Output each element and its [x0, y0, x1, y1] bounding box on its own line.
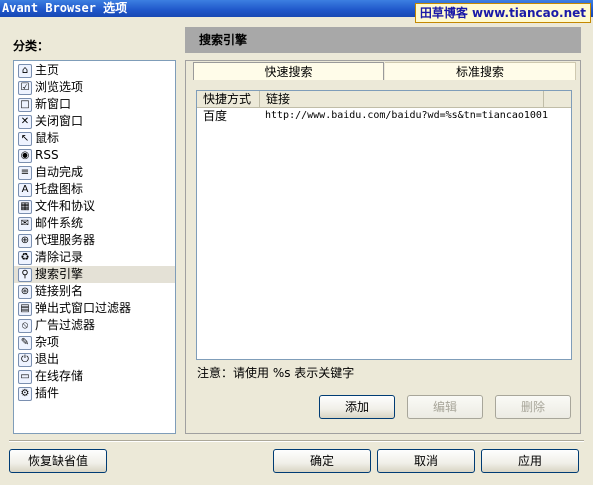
ok-button[interactable]: 确定 [273, 449, 371, 473]
page-title: 搜索引擎 [185, 27, 581, 53]
sidebar-item-label: 代理服务器 [35, 233, 96, 247]
column-header-shortcut[interactable]: 快捷方式 [197, 91, 260, 107]
sidebar-item-label: 搜索引擎 [35, 267, 84, 281]
sidebar-item-label: 鼠标 [35, 131, 60, 145]
sidebar-item-label: 弹出式窗口过滤器 [35, 301, 132, 315]
hint-note: 注意：请使用 %s 表示关键字 [197, 366, 355, 380]
search-engine-icon: ⚲ [18, 267, 32, 282]
tray-icon: A [18, 182, 32, 197]
sidebar-item[interactable]: ⏻ 退出 [18, 351, 59, 368]
row-link-cell: http://www.baidu.com/baidu?wd=%s&tn=tian… [265, 110, 548, 121]
sidebar-item[interactable]: ☑ 浏览选项 [18, 79, 83, 96]
sidebar-item[interactable]: ◉ RSS [18, 147, 59, 164]
sidebar-item-label: 托盘图标 [35, 182, 84, 196]
autocomplete-icon: ≡ [18, 165, 32, 180]
new-window-icon: □ [18, 97, 32, 112]
sidebar-item-label: 文件和协议 [35, 199, 96, 213]
online-storage-icon: ▭ [18, 369, 32, 384]
cancel-button[interactable]: 取消 [377, 449, 475, 473]
exit-icon: ⏻ [18, 352, 32, 367]
sidebar-item[interactable]: ▤ 弹出式窗口过滤器 [18, 300, 131, 317]
sidebar-item[interactable]: ▦ 文件和协议 [18, 198, 95, 215]
sidebar-item[interactable]: ♻ 清除记录 [18, 249, 83, 266]
sidebar-item[interactable]: ✉ 邮件系统 [18, 215, 83, 232]
browse-options-icon: ☑ [18, 80, 32, 95]
sidebar-item[interactable]: ✎ 杂项 [18, 334, 59, 351]
sidebar-item-label: 新窗口 [35, 97, 72, 111]
footer-divider [9, 440, 584, 442]
rss-icon: ◉ [18, 148, 32, 163]
plugin-icon: ⚙ [18, 386, 32, 401]
home-icon: ⌂ [18, 63, 32, 78]
table-header: 快捷方式 链接 [197, 91, 571, 108]
link-alias-icon: ⊛ [18, 284, 32, 299]
sidebar-item-label: RSS [35, 148, 59, 162]
watermark: 田草博客 www.tiancao.net [414, 3, 591, 23]
category-label: 分类： [13, 39, 50, 53]
sidebar-item[interactable]: ⚲ 搜索引擎 [14, 266, 175, 283]
sidebar-item-label: 插件 [35, 386, 60, 400]
sidebar-item-label: 广告过滤器 [35, 318, 96, 332]
trash-icon: ♻ [18, 250, 32, 265]
category-tree[interactable]: ⌂ 主页 ☑ 浏览选项 □ 新窗口 ✕ 关闭窗口 ↖ 鼠标 ◉ RSS ≡ 自动完成 A 托盘图标 ▦ 文件和协议… [13, 60, 176, 434]
sidebar-item[interactable]: ≡ 自动完成 [18, 164, 83, 181]
popup-filter-icon: ▤ [18, 301, 32, 316]
tab-standard-search[interactable]: 标准搜索 [385, 62, 576, 80]
sidebar-item[interactable]: ⌂ 主页 [18, 62, 59, 79]
misc-icon: ✎ [18, 335, 32, 350]
sidebar-item[interactable]: ▭ 在线存储 [18, 368, 83, 385]
close-window-icon: ✕ [18, 114, 32, 129]
sidebar-item-label: 清除记录 [35, 250, 84, 264]
delete-button[interactable]: 删除 [495, 395, 571, 419]
sidebar-item[interactable]: ⦸ 广告过滤器 [18, 317, 95, 334]
sidebar-item[interactable]: □ 新窗口 [18, 96, 71, 113]
edit-button[interactable]: 编辑 [407, 395, 483, 419]
file-protocol-icon: ▦ [18, 199, 32, 214]
sidebar-item-label: 退出 [35, 352, 60, 366]
sidebar-item-label: 邮件系统 [35, 216, 84, 230]
sidebar-item[interactable]: ↖ 鼠标 [18, 130, 59, 147]
sidebar-item[interactable]: ✕ 关闭窗口 [18, 113, 83, 130]
add-button[interactable]: 添加 [319, 395, 395, 419]
sidebar-item-label: 自动完成 [35, 165, 84, 179]
sidebar-item[interactable]: ⚙ 插件 [18, 385, 59, 402]
proxy-icon: ⊕ [18, 233, 32, 248]
sidebar-item-label: 杂项 [35, 335, 60, 349]
column-header-link[interactable]: 链接 [260, 91, 544, 107]
sidebar-item-label: 浏览选项 [35, 80, 84, 94]
sidebar-item-label: 关闭窗口 [35, 114, 84, 128]
tab-quick-search[interactable]: 快速搜索 [193, 62, 384, 80]
mail-icon: ✉ [18, 216, 32, 231]
search-engine-table[interactable]: 快捷方式 链接 百度 http://www.baidu.com/baidu?wd… [196, 90, 572, 360]
sidebar-item[interactable]: A 托盘图标 [18, 181, 83, 198]
sidebar-item-label: 主页 [35, 63, 60, 77]
sidebar-item-label: 链接别名 [35, 284, 84, 298]
mouse-icon: ↖ [18, 131, 32, 146]
sidebar-item[interactable]: ⊛ 链接别名 [18, 283, 83, 300]
apply-button[interactable]: 应用 [481, 449, 579, 473]
sidebar-item-label: 在线存储 [35, 369, 84, 383]
restore-defaults-button[interactable]: 恢复缺省值 [9, 449, 107, 473]
sidebar-item[interactable]: ⊕ 代理服务器 [18, 232, 95, 249]
ad-filter-icon: ⦸ [18, 318, 32, 333]
row-shortcut-cell: 百度 [203, 109, 228, 123]
